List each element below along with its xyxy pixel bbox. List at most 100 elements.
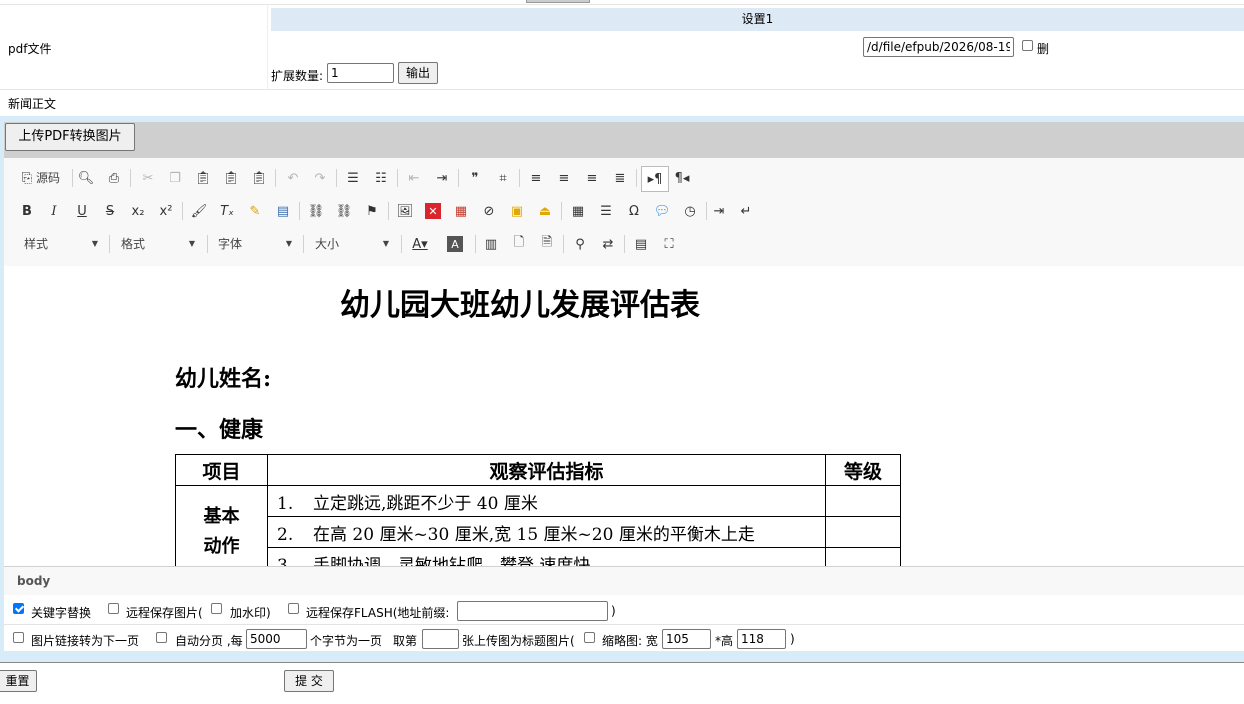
paste-text-icon[interactable]: 📋︎ [220,167,242,189]
options-divider [4,624,1244,625]
style-dropdown[interactable]: 样式 ▼ [24,233,104,255]
image-link-next-page-checkbox[interactable] [13,632,24,643]
iframe-icon[interactable]: ◷ [679,200,701,222]
div-container-icon[interactable]: ⌗ [492,167,514,189]
thumbnail-height-input[interactable] [737,629,786,649]
select-all-icon[interactable]: ▤ [630,233,652,255]
redo-icon[interactable]: ↷ [309,167,331,189]
italic-icon[interactable]: I [43,200,65,222]
table-icon[interactable]: ▦ [567,200,589,222]
remote-save-images-label: 远程保存图片( [126,606,203,620]
indent-icon[interactable]: ⇥ [431,167,453,189]
news-body-label: 新闻正文 [8,97,57,111]
align-center-icon[interactable]: ≡ [553,167,575,189]
table-header-indicator: 观察评估指标 [267,454,826,486]
clean-format-icon[interactable]: ✎ [244,200,266,222]
copy-format-icon[interactable]: 🖌︎ [188,200,210,222]
watermark-checkbox[interactable] [211,603,222,614]
bold-icon[interactable]: B [16,200,38,222]
rtl-direction-icon[interactable]: ¶◂ [671,167,693,189]
paging-bytes-input[interactable] [246,629,307,649]
paste-icon[interactable]: 📋︎ [192,167,214,189]
output-button[interactable]: 输出 [398,62,438,84]
templates-icon[interactable]: 🗎︎ [536,233,558,255]
superscript-icon[interactable]: x² [155,200,177,222]
attachment-icon[interactable]: ⏏ [534,200,556,222]
thumbnail-width-input[interactable] [662,629,711,649]
anchor-flag-icon[interactable]: ⚑ [361,200,383,222]
editor-options: 关键字替换 远程保存图片( 加水印) 远程保存FLASH(地址前缀: ) 图片链… [4,595,1244,651]
ltr-direction-icon[interactable]: ▸¶ [641,166,669,192]
align-left-icon[interactable]: ≡ [525,167,547,189]
table-grid-icon[interactable]: ▦ [450,200,472,222]
flash-close-paren: ) [611,604,616,618]
thumbnail-close-paren: ) [790,632,795,646]
horizontal-line-icon[interactable]: ☰ [595,200,617,222]
delete-checkbox[interactable] [1022,40,1033,51]
editor-toolbar: ⎘ 源码 🔍︎ ⎙ ✂ ❐ 📋︎ 📋︎ 📋︎ ↶ ↷ ☰ ☷ ⇤ ⇥ ❞ ⌗ ≡… [4,158,1244,267]
toolbar-separator [130,169,131,187]
subscript-icon[interactable]: x₂ [127,200,149,222]
cut-icon[interactable]: ✂ [137,167,159,189]
show-blocks-icon[interactable]: ▥ [480,233,502,255]
table-row: 3. 手脚协调、灵敏地钻爬、攀登,速度快 [176,547,901,566]
link-icon[interactable]: ⛓︎ [305,200,327,222]
paste-from-word-icon[interactable]: ▤ [272,200,294,222]
blockquote-icon[interactable]: ❞ [464,167,486,189]
new-page-icon[interactable]: 🗋︎ [508,233,530,255]
undo-icon[interactable]: ↶ [282,167,304,189]
title-image-index-input[interactable] [422,629,459,649]
form-divider [0,89,1244,90]
strikethrough-icon[interactable]: S [99,200,121,222]
media-icon[interactable]: ⊘ [478,200,500,222]
remove-format-icon[interactable]: Tₓ [216,200,238,222]
size-dropdown[interactable]: 大小 ▼ [315,233,395,255]
format-dropdown[interactable]: 格式 ▼ [121,233,201,255]
comment-icon[interactable]: 💬︎ [651,200,673,222]
editor-content[interactable]: 幼儿园大班幼儿发展评估表 幼儿姓名: 一、健康 项目 观察评估指标 等级 基本动… [4,266,1244,566]
auto-paging-checkbox[interactable] [156,632,167,643]
reset-button[interactable]: 重置 [0,670,37,692]
toolbar-separator [275,169,276,187]
maximize-icon[interactable]: ⛶ [658,233,680,255]
outdent-icon[interactable]: ⇤ [403,167,425,189]
submit-button[interactable]: 提 交 [284,670,334,692]
bulleted-list-icon[interactable]: ☷ [370,167,392,189]
special-char-icon[interactable]: Ω [623,200,645,222]
replace-icon[interactable]: ⇄ [597,233,619,255]
bg-color-icon[interactable]: A [447,236,463,252]
print-icon[interactable]: ⎙ [103,167,125,189]
thumbnail-checkbox[interactable] [584,632,595,643]
copy-icon[interactable]: ❐ [164,167,186,189]
pdf-path-input[interactable] [863,37,1014,57]
flash-icon[interactable]: ✕ [425,203,441,219]
font-dropdown[interactable]: 字体 ▼ [218,233,298,255]
paste-word-icon[interactable]: 📋︎ [248,167,270,189]
element-path[interactable]: body [17,574,50,588]
font-dropdown-label: 字体 [218,237,243,251]
text-color-icon[interactable]: A▾ [409,233,431,255]
numbered-list-icon[interactable]: ☰ [342,167,364,189]
upload-pdf-button[interactable]: 上传PDF转换图片 [5,123,135,151]
preview-icon[interactable]: 🔍︎ [75,167,97,189]
expand-count-input[interactable] [327,63,394,83]
remote-save-flash-checkbox[interactable] [288,603,299,614]
file-icon[interactable]: ▣ [506,200,528,222]
group-label-line2: 动作 [203,536,240,557]
form-divider [0,4,1244,5]
underline-icon[interactable]: U [71,200,93,222]
remote-save-images-checkbox[interactable] [108,603,119,614]
justify-icon[interactable]: ≣ [609,167,631,189]
form-column-divider [267,4,268,90]
page-break-icon[interactable]: ⇥ [708,200,730,222]
find-icon[interactable]: ⚲ [569,233,591,255]
source-icon[interactable]: ⎘ [16,167,38,189]
flash-prefix-input[interactable] [457,601,608,621]
unlink-icon[interactable]: ⛓︎ [333,200,355,222]
keyword-replace-checkbox[interactable] [13,603,24,614]
align-right-icon[interactable]: ≡ [581,167,603,189]
image-icon[interactable]: 🖼︎ [394,200,416,222]
chevron-down-icon: ▼ [188,239,195,248]
line-break-icon[interactable]: ↵ [735,200,757,222]
source-button[interactable]: 源码 [36,167,60,189]
